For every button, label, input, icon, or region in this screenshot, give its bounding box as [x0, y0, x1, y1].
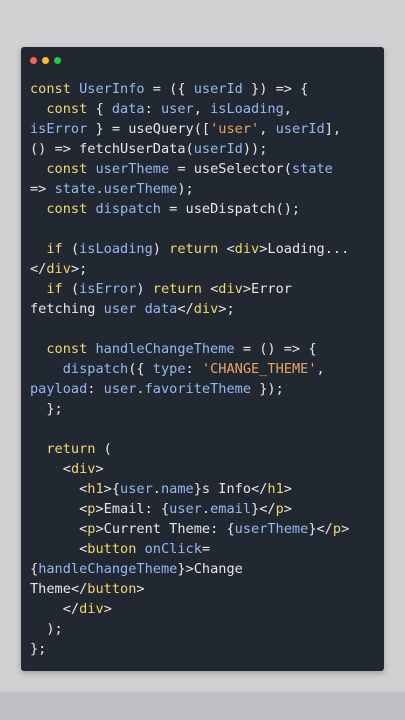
code-line: () => fetchUserData(userId));: [30, 141, 268, 157]
code-line: Theme</button>: [30, 581, 145, 597]
bottom-band: [0, 692, 405, 720]
code-line: const userTheme = useSelector(state: [46, 161, 333, 177]
code-line: {handleChangeTheme}>Change: [30, 561, 243, 577]
code-line: <h1>{user.name}s Info</h1>: [79, 481, 292, 497]
code-line: };: [46, 401, 63, 417]
code-line: <p>Current Theme: {userTheme}</p>: [79, 521, 350, 537]
code-line: );: [46, 621, 63, 637]
code-line: const UserInfo = ({ userId }) => {: [30, 81, 309, 97]
code-line: };: [30, 641, 47, 657]
code-line: <p>Email: {user.email}</p>: [79, 501, 292, 517]
code-window: const UserInfo = ({ userId }) => { const…: [21, 47, 384, 671]
code-line: => state.userTheme);: [30, 181, 194, 197]
code-line: return (: [46, 441, 112, 457]
code-line: fetching user data</div>;: [30, 301, 235, 317]
code-line: <button onClick=: [79, 541, 211, 557]
window-titlebar: [21, 47, 384, 73]
code-block: const UserInfo = ({ userId }) => { const…: [30, 79, 380, 659]
code-line: payload: user.favoriteTheme });: [30, 381, 284, 397]
code-line: dispatch({ type: 'CHANGE_THEME',: [62, 361, 325, 377]
maximize-dot-icon: [54, 57, 61, 64]
page: const UserInfo = ({ userId }) => { const…: [0, 0, 405, 720]
code-line: isError } = useQuery(['user', userId],: [30, 121, 342, 137]
close-dot-icon: [30, 57, 37, 64]
code-line: </div>;: [30, 261, 88, 277]
code-line: const dispatch = useDispatch();: [46, 201, 301, 217]
code-line: const { data: user, isLoading,: [46, 101, 292, 117]
code-line: if (isLoading) return <div>Loading...: [46, 241, 350, 257]
code-line: const handleChangeTheme = () => {: [46, 341, 317, 357]
code-line: </div>: [62, 601, 112, 617]
code-line: <div>: [62, 461, 104, 477]
code-line: if (isError) return <div>Error: [46, 281, 292, 297]
minimize-dot-icon: [42, 57, 49, 64]
